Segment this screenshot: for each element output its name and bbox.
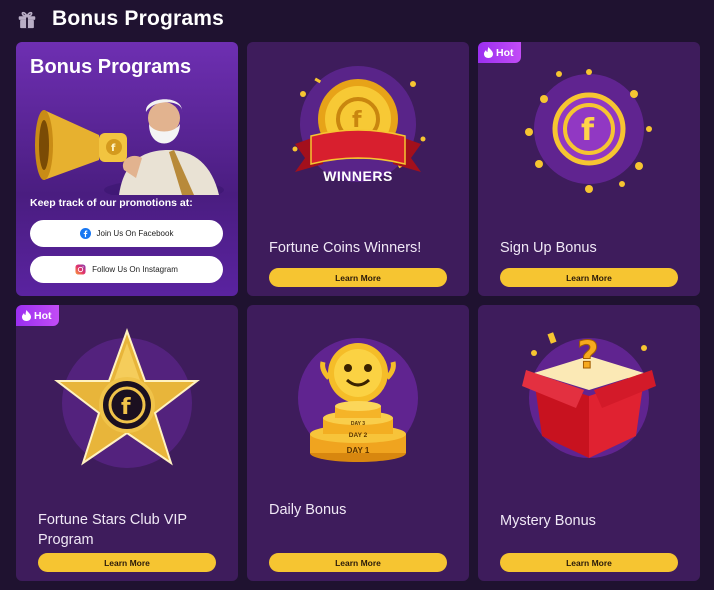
podium-step-day3: DAY 3	[350, 421, 366, 427]
page-header: Bonus Programs	[16, 6, 224, 32]
svg-text:f: f	[352, 108, 362, 133]
learn-more-button[interactable]: Learn More	[269, 553, 447, 572]
svg-text:f: f	[111, 143, 116, 154]
learn-more-button[interactable]: Learn More	[500, 268, 678, 287]
facebook-button[interactable]: Join Us On Facebook	[30, 220, 223, 247]
facebook-icon	[79, 228, 91, 239]
bonus-card-mystery-bonus[interactable]: ? Mystery Bonus Learn More	[478, 305, 700, 581]
podium-step-day1: DAY 1	[346, 446, 370, 455]
card-title: Fortune Stars Club VIP Program	[38, 512, 187, 548]
page-title: Bonus Programs	[52, 7, 224, 30]
learn-more-button[interactable]: Learn More	[269, 268, 447, 287]
card-title: Daily Bonus	[269, 502, 347, 518]
promo-title: Bonus Programs	[30, 56, 192, 78]
bonus-card-fortune-coins-winners[interactable]: f WINNERS Fortune Coins Winners! Learn M…	[247, 42, 469, 296]
card-title: Fortune Coins Winners!	[269, 240, 422, 256]
bonus-card-sign-up-bonus[interactable]: Hot f Sign Up Bonus Learn More	[478, 42, 700, 296]
card-title: Mystery Bonus	[500, 513, 596, 529]
learn-more-button[interactable]: Learn More	[38, 553, 216, 572]
podium-step-day2: DAY 2	[348, 432, 368, 439]
zeus-megaphone-illustration: f	[35, 99, 224, 195]
promo-card: Bonus Programs f Keep track of our promo…	[16, 42, 238, 296]
instagram-icon	[75, 264, 86, 275]
promo-tagline: Keep track of our promotions at:	[30, 197, 193, 209]
coin-burst-illustration: f	[525, 69, 652, 193]
gift-icon	[18, 11, 36, 29]
facebook-label: Join Us On Facebook	[96, 229, 174, 238]
svg-text:f: f	[121, 395, 131, 420]
learn-more-button[interactable]: Learn More	[500, 553, 678, 572]
svg-text:?: ?	[577, 333, 599, 377]
bonus-card-fortune-stars-club[interactable]: Hot f Fortune Stars Club VIP Program Lea…	[16, 305, 238, 581]
card-title: Sign Up Bonus	[500, 240, 597, 256]
star-illustration: f	[54, 328, 200, 468]
bonus-card-daily-bonus[interactable]: DAY 3 DAY 2 DAY 1 Daily Bonus Learn More	[247, 305, 469, 581]
instagram-button[interactable]: Follow Us On Instagram	[30, 256, 223, 283]
winners-banner-text: WINNERS	[323, 168, 393, 184]
svg-text:f: f	[581, 113, 595, 148]
instagram-label: Follow Us On Instagram	[92, 265, 178, 274]
mystery-box-illustration: ?	[522, 332, 656, 458]
